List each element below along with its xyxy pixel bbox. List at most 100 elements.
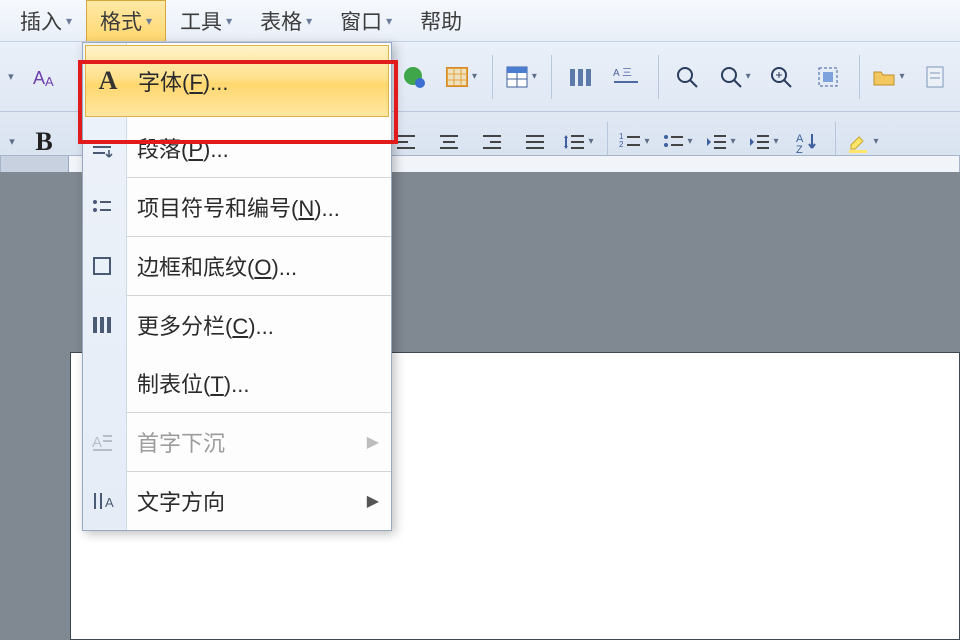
- menuitem-text-direction-label: 文字方向: [137, 485, 225, 517]
- submenu-arrow-icon: ▶: [367, 432, 379, 452]
- menu-help[interactable]: 帮助: [406, 0, 476, 41]
- decrease-indent-icon: [704, 130, 728, 154]
- submenu-arrow-icon: ▶: [367, 491, 379, 511]
- svg-text:A: A: [45, 74, 54, 89]
- align-left-icon: [394, 130, 418, 154]
- menuitem-drop-cap-label: 首字下沉: [137, 426, 225, 458]
- dropcap-icon: A: [91, 431, 119, 453]
- chevron-down-icon: ▾: [588, 136, 593, 147]
- hyperlink-button[interactable]: [392, 55, 436, 99]
- chevron-down-icon: ▾: [386, 14, 392, 28]
- align-justify-icon: [523, 130, 547, 154]
- zoom-icon: [718, 64, 744, 90]
- menu-tools[interactable]: 工具 ▾: [166, 0, 246, 41]
- char-strike-button[interactable]: A三: [605, 55, 649, 99]
- svg-text:A: A: [105, 495, 114, 510]
- menuitem-text-direction[interactable]: A 文字方向 ▶: [83, 472, 391, 530]
- separator: [551, 55, 552, 99]
- svg-text:Z: Z: [796, 144, 803, 154]
- svg-text:三: 三: [622, 68, 632, 79]
- menuitem-borders-shading[interactable]: 边框和底纹(O)...: [83, 237, 391, 295]
- sort-az-icon: AZ: [794, 130, 818, 154]
- menubar: 插入 ▾ 格式 ▾ 工具 ▾ 表格 ▾ 窗口 ▾ 帮助: [0, 0, 960, 42]
- font-a-icon: A: [94, 66, 122, 96]
- menuitem-font[interactable]: A 字体(F)...: [85, 45, 389, 117]
- table-icon: [504, 64, 530, 90]
- columns-icon: [91, 314, 119, 336]
- align-right-icon: [480, 130, 504, 154]
- menuitem-borders-label: 边框和底纹(O)...: [137, 250, 297, 282]
- menuitem-bullets-label: 项目符号和编号(N)...: [137, 191, 340, 223]
- menu-format[interactable]: 格式 ▾: [86, 0, 166, 41]
- bullet-list-icon: [661, 130, 685, 154]
- shading-button[interactable]: ▾: [439, 55, 483, 99]
- zoom-out-button[interactable]: [665, 55, 709, 99]
- chevron-down-icon: ▾: [532, 71, 537, 82]
- svg-text:A: A: [613, 68, 620, 79]
- menuitem-tab-stops[interactable]: 制表位(T)...: [83, 354, 391, 412]
- select-all-button[interactable]: [806, 55, 850, 99]
- menu-window-label: 窗口: [340, 6, 382, 36]
- menuitem-paragraph[interactable]: 段落(P)...: [83, 119, 391, 177]
- svg-text:2: 2: [619, 140, 624, 149]
- numbered-list-icon: 12: [618, 130, 642, 154]
- separator: [492, 55, 493, 99]
- menu-help-label: 帮助: [420, 6, 462, 36]
- svg-text:A: A: [92, 434, 102, 451]
- columns-button[interactable]: [558, 55, 602, 99]
- chevron-down-icon: ▾: [899, 71, 904, 82]
- open-folder-button[interactable]: ▾: [866, 55, 910, 99]
- separator: [658, 55, 659, 99]
- chevron-down-icon: ▾: [226, 14, 232, 28]
- paragraph-icon: [91, 136, 119, 160]
- zoom-dropdown-button[interactable]: ▾: [712, 55, 756, 99]
- highlight-icon: [845, 129, 871, 155]
- menu-window[interactable]: 窗口 ▾: [326, 0, 406, 41]
- bold-icon: B: [35, 127, 52, 157]
- menu-tools-label: 工具: [180, 6, 222, 36]
- chevron-down-icon: ▾: [66, 14, 72, 28]
- align-center-icon: [437, 130, 461, 154]
- menuitem-tab-stops-label: 制表位(T)...: [137, 367, 249, 399]
- forms-icon: [922, 64, 948, 90]
- insert-table-button[interactable]: ▾: [498, 55, 542, 99]
- chevron-down-icon: ▾: [730, 136, 735, 147]
- hyperlink-icon: [401, 64, 427, 90]
- menu-table-label: 表格: [260, 6, 302, 36]
- menuitem-more-columns[interactable]: 更多分栏(C)...: [83, 296, 391, 354]
- forms-button[interactable]: [913, 55, 957, 99]
- zoom100-icon: [768, 64, 794, 90]
- menu-format-label: 格式: [100, 6, 142, 36]
- abc-strike-icon: A三: [612, 64, 642, 90]
- menuitem-paragraph-label: 段落(P)...: [137, 132, 229, 164]
- menuitem-font-label: 字体(F)...: [138, 65, 228, 97]
- shading-icon: [444, 64, 470, 90]
- format-dropdown: A 字体(F)... 段落(P)... 项目符号和编号(N)... 边框和底纹(…: [82, 42, 392, 531]
- style-aa-icon: AA: [32, 64, 58, 90]
- chevron-down-icon: ▾: [644, 136, 649, 147]
- chevron-down-icon: ▾: [306, 14, 312, 28]
- borders-icon: [91, 255, 119, 277]
- style-aa-button[interactable]: AA: [23, 55, 67, 99]
- menuitem-drop-cap: A 首字下沉 ▶: [83, 413, 391, 471]
- menu-table[interactable]: 表格 ▾: [246, 0, 326, 41]
- dropdown-handle[interactable]: ▾: [3, 55, 19, 99]
- increase-indent-icon: [747, 130, 771, 154]
- chevron-down-icon: ▾: [472, 71, 477, 82]
- menu-insert[interactable]: 插入 ▾: [6, 0, 86, 41]
- zoom-out-icon: [674, 64, 700, 90]
- chevron-down-icon: ▾: [746, 71, 751, 82]
- folder-icon: [871, 64, 897, 90]
- separator: [859, 55, 860, 99]
- zoom100-button[interactable]: [759, 55, 803, 99]
- menuitem-more-columns-label: 更多分栏(C)...: [137, 309, 274, 341]
- chevron-down-icon: ▾: [146, 14, 152, 28]
- columns-icon: [567, 64, 593, 90]
- menuitem-bullets-numbering[interactable]: 项目符号和编号(N)...: [83, 178, 391, 236]
- chevron-down-icon: ▾: [873, 136, 878, 147]
- select-all-icon: [815, 64, 841, 90]
- svg-text:A: A: [33, 68, 45, 88]
- menu-insert-label: 插入: [20, 6, 62, 36]
- chevron-down-icon: ▾: [773, 136, 778, 147]
- chevron-down-icon: ▾: [687, 136, 692, 147]
